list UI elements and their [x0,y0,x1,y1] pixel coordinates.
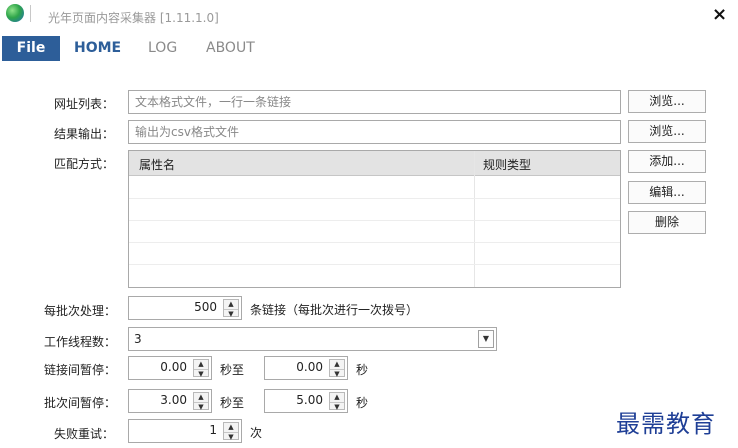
link-pause-from-stepper[interactable]: 0.00 ▲ ▼ [128,356,212,380]
threads-select[interactable]: 3 ▼ [128,327,497,351]
stepper-down-icon[interactable]: ▼ [330,369,344,378]
threads-value: 3 [134,332,142,346]
column-header-attribute[interactable]: 属性名 [139,156,175,173]
batch-size-stepper[interactable]: 500 ▲ ▼ [128,296,242,320]
batch-process-label: 每批次处理： [44,304,117,318]
app-title: 光年页面内容采集器 [1.11.1.0] [48,11,219,25]
row-divider [129,242,620,243]
link-pause-to-stepper[interactable]: 0.00 ▲ ▼ [264,356,348,380]
retry-label: 失败重试： [54,427,115,441]
row-divider [129,220,620,221]
watermark-text: 最需教育 [616,410,716,438]
batch-pause-mid: 秒至 [220,396,245,410]
batch-pause-to-value: 5.00 [296,393,323,407]
stepper-up-icon[interactable]: ▲ [224,423,238,431]
retry-value: 1 [209,423,217,437]
link-pause-mid: 秒至 [220,363,245,377]
link-pause-to-value: 0.00 [296,360,323,374]
link-pause-label: 链接间暂停： [44,363,117,377]
chevron-down-icon[interactable]: ▼ [478,330,494,348]
url-list-label: 网址列表： [54,97,115,111]
result-output-label: 结果输出： [54,127,115,141]
tab-about[interactable]: ABOUT [206,40,255,56]
batch-pause-from-value: 3.00 [160,393,187,407]
app-logo-icon [6,4,24,22]
row-divider [129,264,620,265]
stepper-arrows[interactable]: ▲ ▼ [329,359,345,378]
tab-home[interactable]: HOME [74,40,121,56]
title-divider [30,5,31,22]
batch-pause-from-stepper[interactable]: 3.00 ▲ ▼ [128,389,212,413]
rule-table-header: 属性名 规则类型 [129,151,620,176]
retry-unit: 次 [250,426,263,440]
stepper-up-icon[interactable]: ▲ [194,393,208,401]
stepper-up-icon[interactable]: ▲ [194,360,208,368]
stepper-arrows[interactable]: ▲ ▼ [193,392,209,411]
result-output-input[interactable]: 输出为csv格式文件 [128,120,621,144]
retry-stepper[interactable]: 1 ▲ ▼ [128,419,242,443]
stepper-arrows[interactable]: ▲ ▼ [223,422,239,441]
result-output-browse-button[interactable]: 浏览... [628,120,706,143]
url-list-browse-button[interactable]: 浏览... [628,90,706,113]
column-divider [474,151,475,287]
tab-log[interactable]: LOG [148,40,177,56]
add-rule-button[interactable]: 添加... [628,150,706,173]
link-pause-from-value: 0.00 [160,360,187,374]
threads-label: 工作线程数： [44,335,117,349]
stepper-arrows[interactable]: ▲ ▼ [223,299,239,318]
close-icon[interactable]: × [712,4,727,25]
stepper-up-icon[interactable]: ▲ [330,393,344,401]
batch-process-unit: 条链接（每批次进行一次拨号） [250,303,419,317]
edit-rule-button[interactable]: 编辑... [628,181,706,204]
batch-size-value: 500 [194,300,217,314]
column-header-rule-type[interactable]: 规则类型 [483,156,531,173]
stepper-down-icon[interactable]: ▼ [224,309,238,318]
delete-rule-button[interactable]: 删除 [628,211,706,234]
title-bar: 光年页面内容采集器 [1.11.1.0] × [0,0,738,32]
url-list-input[interactable]: 文本格式文件，一行一条链接 [128,90,621,114]
stepper-down-icon[interactable]: ▼ [194,369,208,378]
stepper-arrows[interactable]: ▲ ▼ [193,359,209,378]
menu-file[interactable]: File [2,36,60,61]
stepper-arrows[interactable]: ▲ ▼ [329,392,345,411]
link-pause-unit: 秒 [356,363,369,377]
stepper-up-icon[interactable]: ▲ [224,300,238,308]
menu-bar: File HOME LOG ABOUT [0,36,738,61]
row-divider [129,198,620,199]
batch-pause-to-stepper[interactable]: 5.00 ▲ ▼ [264,389,348,413]
stepper-up-icon[interactable]: ▲ [330,360,344,368]
batch-pause-label: 批次间暂停： [44,396,117,410]
stepper-down-icon[interactable]: ▼ [224,432,238,441]
batch-pause-unit: 秒 [356,396,369,410]
match-mode-label: 匹配方式： [54,157,115,171]
rule-table[interactable]: 属性名 规则类型 [128,150,621,288]
stepper-down-icon[interactable]: ▼ [330,402,344,411]
stepper-down-icon[interactable]: ▼ [194,402,208,411]
